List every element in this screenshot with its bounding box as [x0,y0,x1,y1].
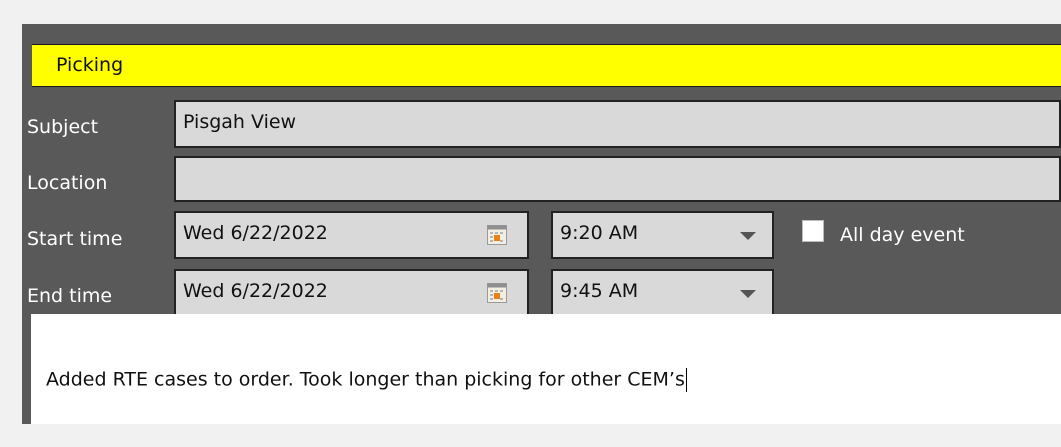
subject-value: Pisgah View [183,111,297,133]
subject-input[interactable]: Pisgah View [174,100,1061,148]
chevron-down-icon[interactable] [740,232,756,240]
end-time-select[interactable]: 9:45 AM [551,269,774,317]
start-time-label: Start time [27,228,123,250]
all-day-checkbox[interactable] [802,220,824,242]
appointment-form: Picking Subject Pisgah View Location Sta… [22,24,1061,424]
text-caret [685,368,687,392]
category-label: Picking [56,54,124,76]
calendar-icon[interactable] [487,225,507,245]
location-input[interactable] [174,156,1061,202]
subject-label: Subject [27,116,99,138]
start-date-picker[interactable]: Wed 6/22/2022 [174,211,529,259]
notes-text: Added RTE cases to order. Took longer th… [46,368,685,391]
all-day-label: All day event [840,224,965,246]
chevron-down-icon[interactable] [740,290,756,298]
notes-body[interactable]: Added RTE cases to order. Took longer th… [31,314,1061,424]
end-time-label: End time [27,285,113,307]
calendar-icon[interactable] [487,283,507,303]
end-date-value: Wed 6/22/2022 [183,280,328,302]
location-label: Location [27,172,108,194]
start-time-select[interactable]: 9:20 AM [551,211,774,259]
start-time-value: 9:20 AM [560,222,639,244]
end-time-value: 9:45 AM [560,280,639,302]
category-bar: Picking [32,44,1061,87]
end-date-picker[interactable]: Wed 6/22/2022 [174,269,529,317]
start-date-value: Wed 6/22/2022 [183,222,328,244]
